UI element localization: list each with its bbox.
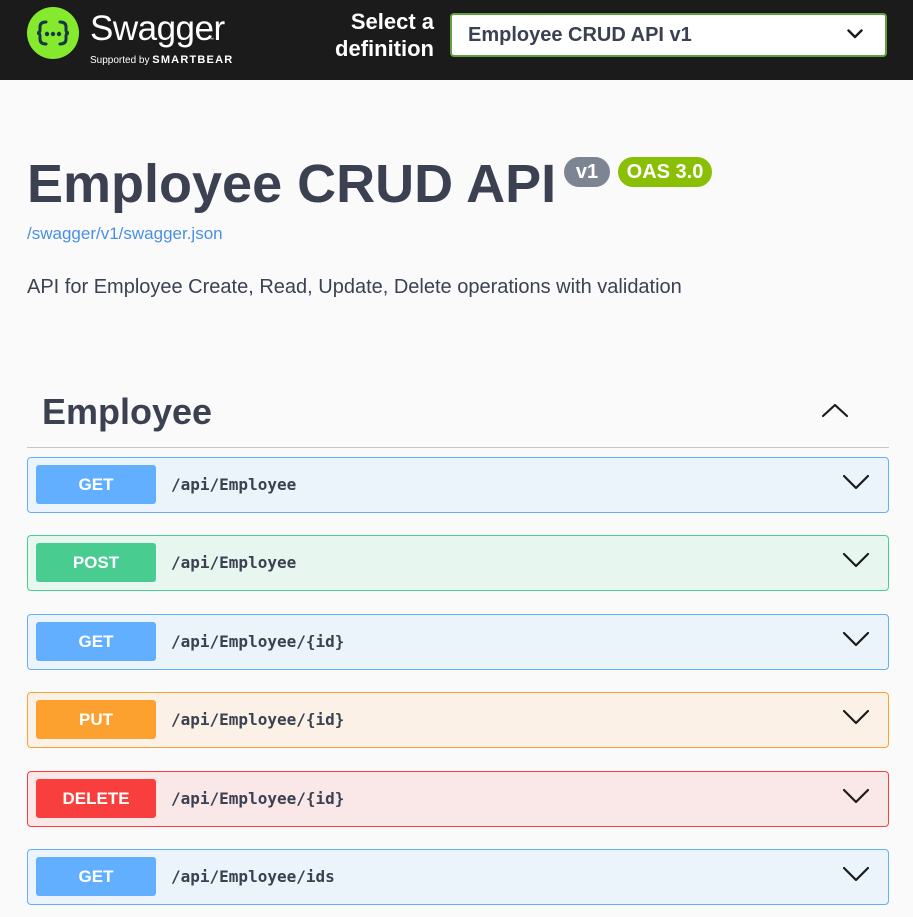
operation-path: /api/Employee/{id} (171, 710, 345, 729)
logo-vendor: SMARTBEAR (152, 54, 234, 66)
method-badge: PUT (36, 700, 156, 739)
method-badge: GET (36, 465, 156, 504)
logo-trademark: ™ (209, 37, 214, 43)
chevron-down-icon[interactable] (842, 787, 870, 805)
chevron-down-icon[interactable] (842, 708, 870, 726)
operation-post-employee[interactable]: POST /api/Employee (27, 535, 889, 591)
operation-path: /api/Employee (171, 475, 297, 494)
logo-wordmark[interactable]: Swagger (90, 9, 225, 49)
operation-get-employee-ids[interactable]: GET /api/Employee/ids (27, 849, 889, 905)
spec-json-link[interactable]: /swagger/v1/swagger.json (27, 224, 223, 244)
operation-path: /api/Employee/{id} (171, 789, 345, 808)
chevron-down-icon[interactable] (842, 630, 870, 648)
logo-supported-by: Supported by SMARTBEAR (90, 54, 233, 66)
method-badge: DELETE (36, 779, 156, 818)
operation-get-employee-by-id[interactable]: GET /api/Employee/{id} (27, 614, 889, 670)
method-badge: GET (36, 857, 156, 896)
api-description: API for Employee Create, Read, Update, D… (27, 276, 682, 298)
tag-section-header[interactable]: Employee (27, 382, 889, 448)
select-definition-label: Select a definition (300, 8, 434, 62)
select-label-line1: Select a (350, 9, 434, 34)
chevron-down-icon[interactable] (842, 473, 870, 491)
definition-select-value: Employee CRUD API v1 (468, 24, 692, 46)
swagger-logo-icon[interactable] (27, 7, 79, 59)
chevron-down-icon[interactable] (842, 551, 870, 569)
select-label-line2: definition (335, 36, 434, 61)
chevron-down-icon[interactable] (842, 865, 870, 883)
method-badge: POST (36, 543, 156, 582)
operation-path: /api/Employee (171, 553, 297, 572)
api-title: Employee CRUD API (27, 154, 557, 214)
operation-path: /api/Employee/{id} (171, 632, 345, 651)
oas-badge: OAS 3.0 (618, 157, 712, 187)
chevron-down-icon (847, 29, 863, 39)
operation-path: /api/Employee/ids (171, 867, 335, 886)
operation-delete-employee[interactable]: DELETE /api/Employee/{id} (27, 771, 889, 827)
tag-title: Employee (42, 391, 213, 432)
method-badge: GET (36, 622, 156, 661)
operation-put-employee[interactable]: PUT /api/Employee/{id} (27, 692, 889, 748)
operation-get-employee[interactable]: GET /api/Employee (27, 457, 889, 513)
version-badge: v1 (564, 157, 610, 187)
definition-select[interactable]: Employee CRUD API v1 (450, 13, 887, 57)
chevron-up-icon[interactable] (821, 402, 849, 418)
top-bar: Swagger ™ Supported by SMARTBEAR Select … (0, 0, 913, 80)
logo-supported-text: Supported by (90, 55, 150, 66)
